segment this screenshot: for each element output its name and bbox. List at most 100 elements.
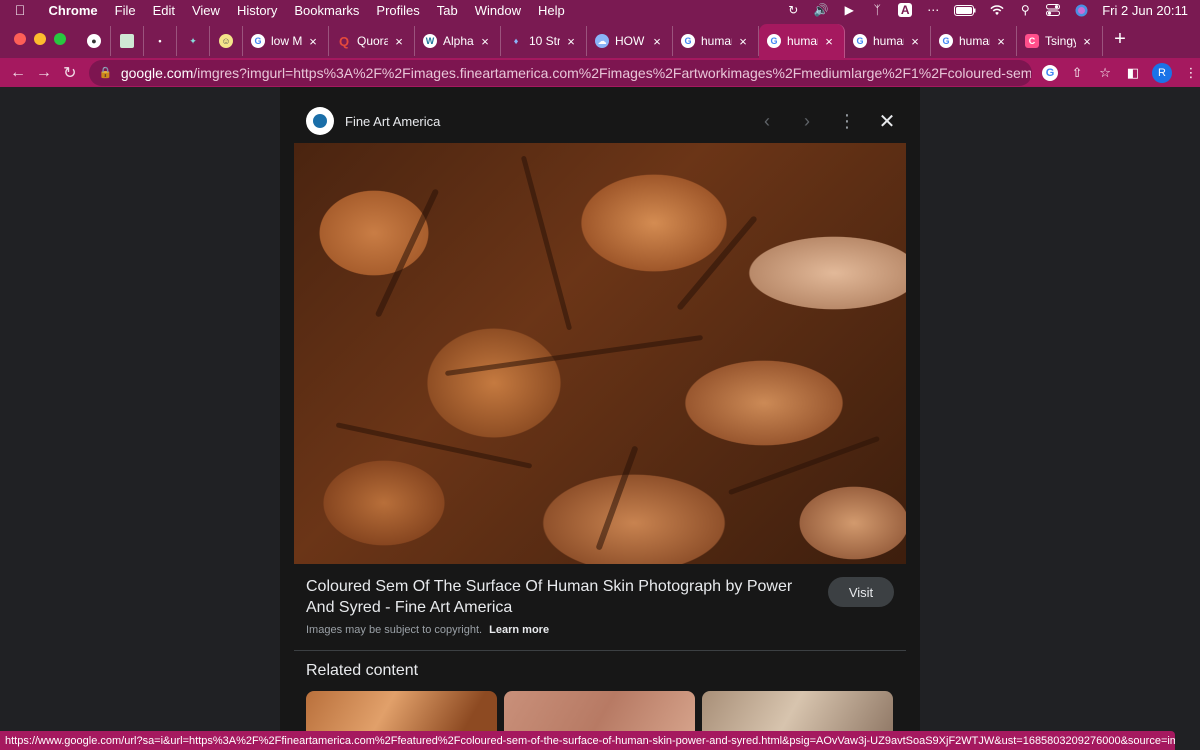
google-lens-icon[interactable]: G (1042, 64, 1059, 81)
preview-actions: ‹ › ⋮ ✕ (758, 109, 896, 134)
learn-more-link[interactable]: Learn more (489, 624, 549, 636)
close-icon[interactable]: × (994, 34, 1008, 49)
close-icon[interactable]: × (478, 34, 492, 49)
globe-icon: ● (87, 34, 101, 48)
control-center-icon[interactable] (1046, 3, 1061, 17)
more-options-icon[interactable]: ⋮ (838, 111, 856, 132)
volume-icon[interactable]: 🔊 (814, 3, 829, 17)
zoom-window-button[interactable] (54, 33, 66, 45)
preview-header: Fine Art America ‹ › ⋮ ✕ (306, 107, 896, 135)
tab-title: Quora (357, 34, 388, 48)
tab-human-4[interactable]: G human × (931, 26, 1017, 56)
menu-edit[interactable]: Edit (144, 3, 183, 18)
close-icon[interactable]: × (392, 34, 406, 49)
tab-how-t[interactable]: ☁ HOW T × (587, 26, 673, 56)
lock-icon[interactable]: 🔒 (99, 66, 113, 79)
tab-human-active[interactable]: G human × (759, 24, 845, 58)
window-controls (0, 20, 78, 58)
dots-icon[interactable]: ⋯ (926, 3, 940, 17)
tab-alpha[interactable]: W Alpha C × (415, 26, 501, 56)
google-icon: G (251, 34, 265, 48)
menu-app-chrome[interactable]: Chrome (40, 3, 106, 18)
tab-title: human (787, 34, 818, 48)
toolbar-actions: G ⇧ ☆ ◧ R ⋮ (1042, 62, 1200, 83)
tab-quora[interactable]: Q Quora × (329, 26, 415, 56)
menu-help[interactable]: Help (530, 3, 574, 18)
google-icon: G (681, 34, 695, 48)
pinned-tab-1[interactable]: ● (78, 26, 111, 56)
related-content-heading: Related content (306, 662, 419, 679)
menu-file[interactable]: File (106, 3, 144, 18)
menu-profiles[interactable]: Profiles (368, 3, 428, 18)
search-icon[interactable]: ⚲ (1018, 3, 1032, 17)
wifi-icon[interactable] (990, 3, 1004, 17)
image-title[interactable]: Coloured Sem Of The Surface Of Human Ski… (306, 576, 806, 618)
menu-window[interactable]: Window (466, 3, 529, 18)
close-preview-icon[interactable]: ✕ (878, 109, 896, 134)
address-url[interactable]: google.com/imgres?imgurl=https%3A%2F%2Fi… (121, 65, 1031, 81)
menu-bookmarks[interactable]: Bookmarks (286, 3, 368, 18)
emoji-icon: ☺ (219, 34, 233, 48)
close-icon[interactable]: × (908, 34, 922, 49)
link-status-bar: https://www.google.com/url?sa=i&url=http… (0, 731, 1175, 750)
pinned-tab-4[interactable]: ✦ (177, 26, 210, 56)
share-icon[interactable]: ⇧ (1068, 64, 1086, 82)
close-icon[interactable]: × (306, 34, 320, 49)
siri-icon[interactable] (1074, 3, 1088, 17)
tab-title: human (873, 34, 904, 48)
apple-menu-icon[interactable]:  (0, 2, 40, 18)
grid-icon (120, 34, 134, 48)
bluetooth-icon[interactable]: ᛉ (870, 3, 884, 17)
quora-icon: Q (338, 33, 350, 49)
close-window-button[interactable] (14, 33, 26, 45)
tab-low-mo[interactable]: G low MO × (243, 26, 329, 56)
site-name[interactable]: Fine Art America (345, 114, 440, 129)
side-panel-icon[interactable]: ◧ (1124, 64, 1142, 82)
address-bar[interactable]: 🔒 google.com/imgres?imgurl=https%3A%2F%2… (88, 59, 1033, 86)
google-icon: G (853, 34, 867, 48)
google-icon: G (939, 34, 953, 48)
close-icon[interactable]: × (736, 34, 750, 49)
back-arrow-icon[interactable]: ← (5, 64, 31, 82)
pink-app-icon: C (1025, 34, 1039, 48)
pinned-tab-3[interactable]: • (144, 26, 177, 56)
tab-title: Alpha C (443, 34, 474, 48)
pinned-tab-2[interactable] (111, 26, 144, 56)
close-icon[interactable]: × (564, 34, 578, 49)
close-icon[interactable]: × (1080, 34, 1094, 49)
keyboard-a-icon[interactable]: A (898, 3, 913, 17)
site-logo-icon[interactable] (306, 107, 334, 135)
preview-image[interactable] (294, 143, 906, 564)
tab-title: human (701, 34, 732, 48)
play-icon[interactable]: ▶ (842, 3, 856, 17)
reload-icon[interactable]: ↻ (57, 63, 83, 83)
menubar-status-area: ↻ 🔊 ▶ ᛉ A ⋯ ⚲ Fri 2 Jun 20:11 (786, 3, 1200, 18)
tab-title: 10 Stra (529, 34, 560, 48)
previous-image-icon[interactable]: ‹ (758, 111, 776, 132)
forward-arrow-icon[interactable]: → (31, 64, 57, 82)
next-image-icon[interactable]: › (798, 111, 816, 132)
divider (294, 650, 906, 651)
menubar-clock[interactable]: Fri 2 Jun 20:11 (1102, 3, 1188, 18)
cloud-icon: ☁ (595, 34, 609, 48)
close-icon[interactable]: × (822, 34, 836, 49)
more-menu-icon[interactable]: ⋮ (1182, 64, 1200, 82)
pinned-tab-5[interactable]: ☺ (210, 26, 243, 56)
tab-human-1[interactable]: G human × (673, 26, 759, 56)
bookmark-star-icon[interactable]: ☆ (1096, 64, 1114, 82)
menu-history[interactable]: History (228, 3, 285, 18)
tab-tsingy[interactable]: C Tsingy × (1017, 26, 1103, 56)
tab-10-stra[interactable]: ♦ 10 Stra × (501, 26, 587, 56)
time-machine-icon[interactable]: ↻ (786, 3, 800, 17)
visit-button[interactable]: Visit (828, 577, 894, 607)
menu-tab[interactable]: Tab (428, 3, 466, 18)
battery-icon[interactable] (954, 3, 976, 17)
url-path: /imgres?imgurl=https%3A%2F%2Fimages.fine… (193, 64, 1031, 81)
close-icon[interactable]: × (650, 34, 664, 49)
menu-view[interactable]: View (183, 3, 228, 18)
tab-human-3[interactable]: G human × (845, 26, 931, 56)
minimize-window-button[interactable] (34, 33, 46, 45)
profile-avatar[interactable]: R (1152, 62, 1173, 83)
new-tab-button[interactable]: + (1103, 28, 1137, 51)
tab-title: HOW T (615, 34, 646, 48)
